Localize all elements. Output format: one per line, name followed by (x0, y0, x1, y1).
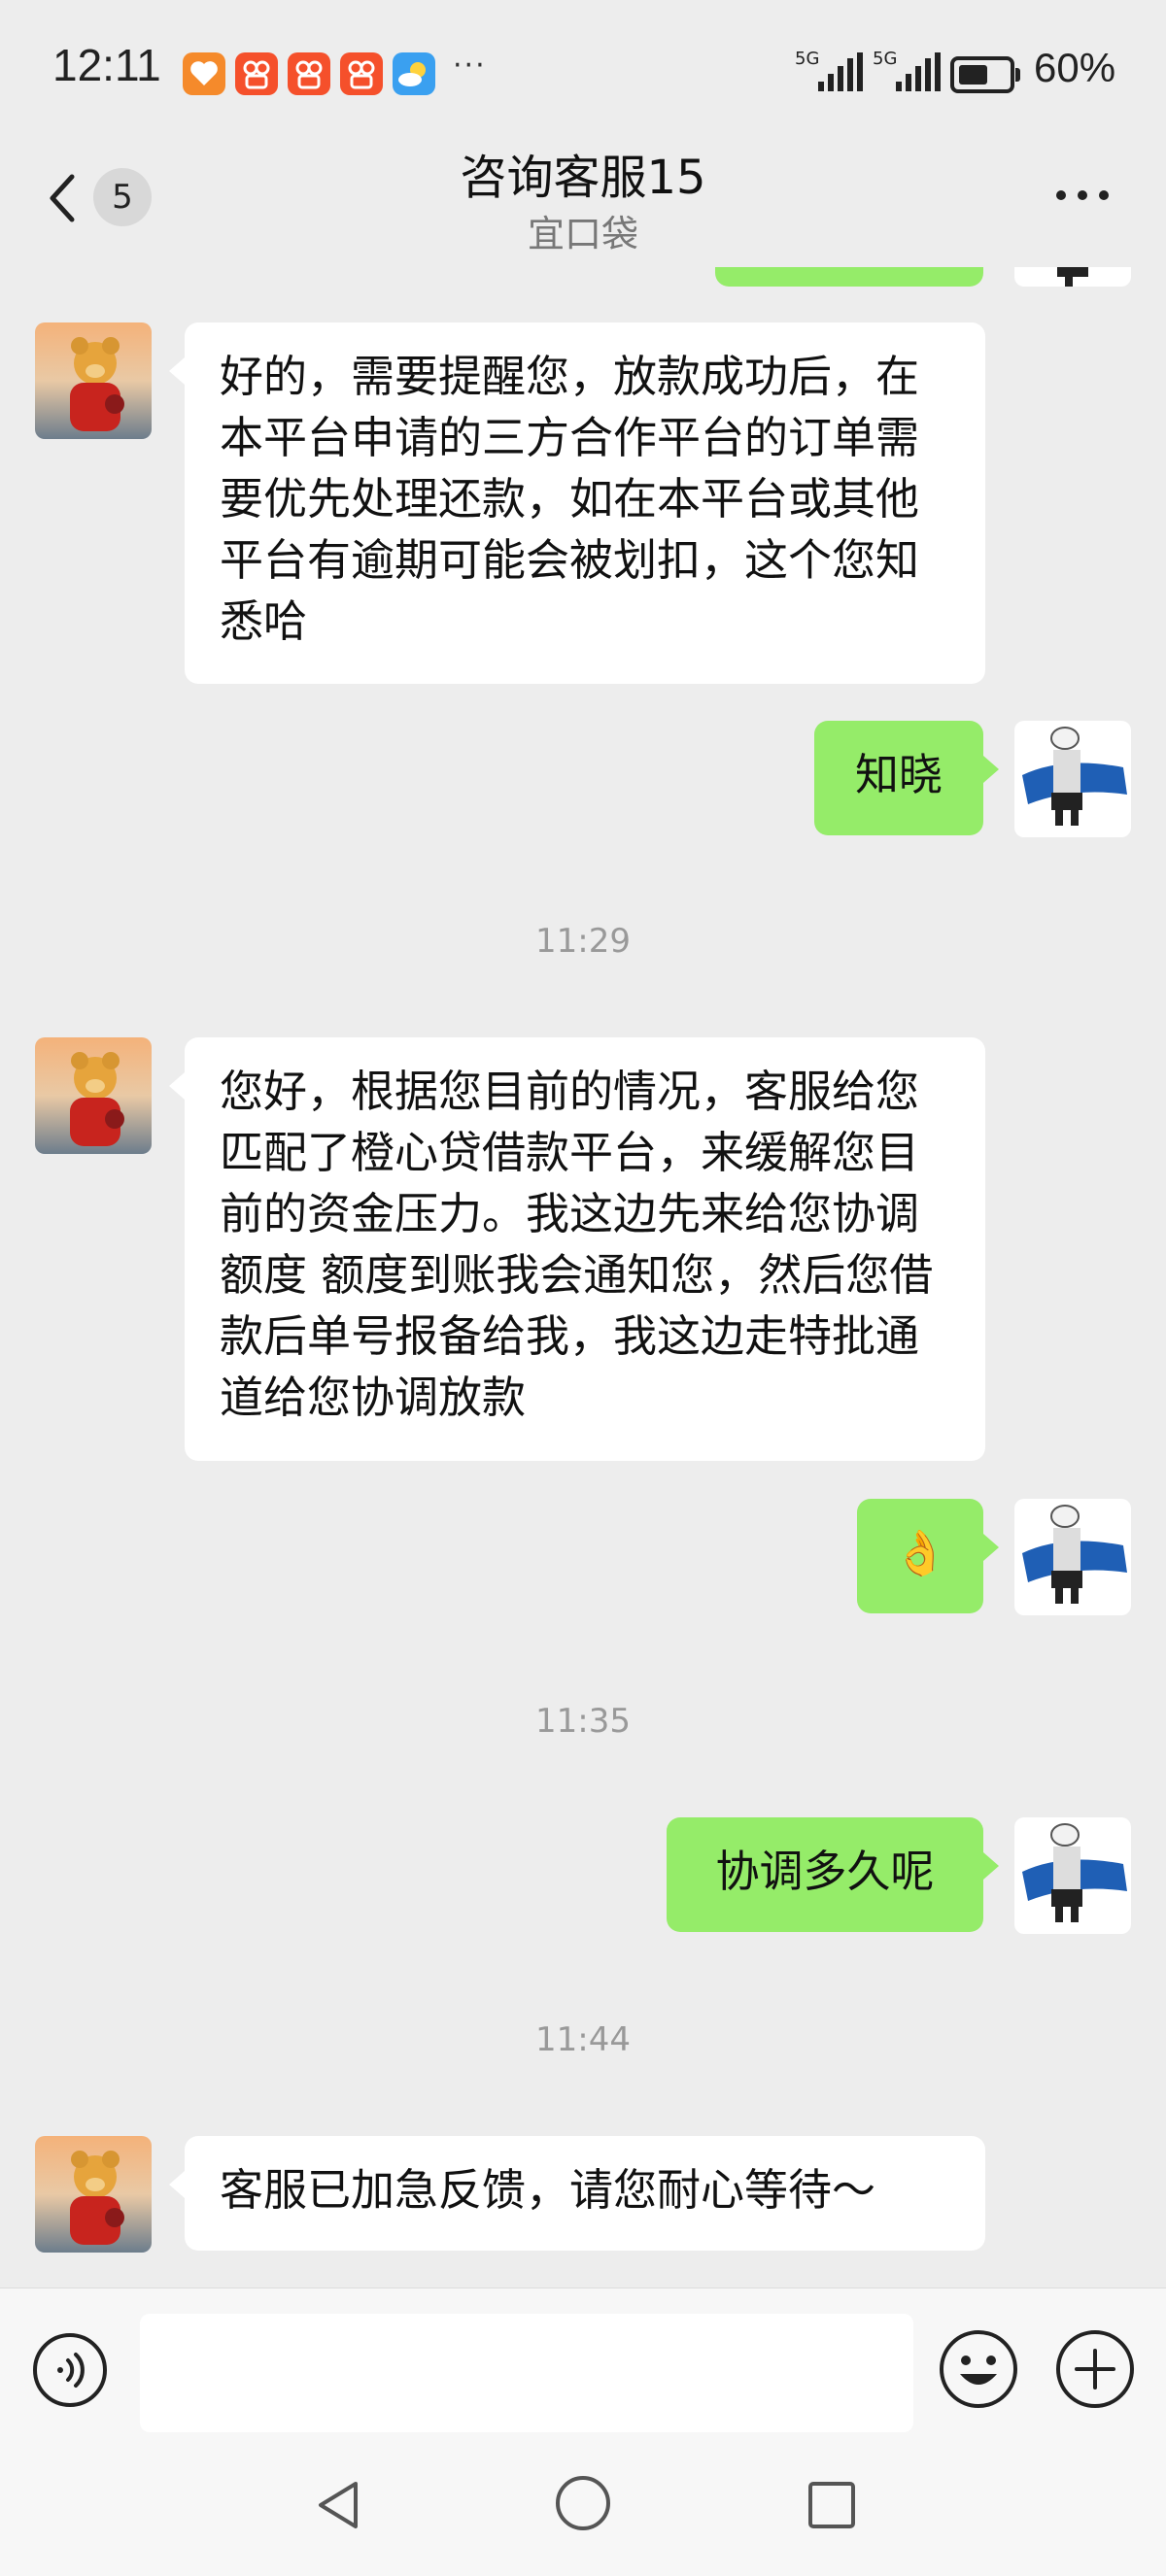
self-avatar-partial (1014, 267, 1131, 287)
input-bar (0, 2288, 1166, 2434)
timestamp: 11:44 (535, 2020, 631, 2059)
timestamp: 11:29 (535, 922, 631, 961)
message-bubble-agent[interactable]: 您好，根据您目前的情况，客服给您匹配了橙心贷借款平台，来缓解您目前的资金压力。我… (169, 1037, 985, 1461)
system-home-button[interactable] (552, 2472, 614, 2534)
signal-bars-icon-2 (894, 52, 943, 97)
emoji-button[interactable] (937, 2327, 1020, 2411)
agent-avatar[interactable] (35, 322, 152, 439)
heart-app-icon (183, 52, 225, 95)
message-list[interactable]: 好的，需要提醒您，放款成功后，在本平台申请的三方合作平台的订单需要优先处理还款，… (0, 267, 1166, 2288)
message-bubble-agent[interactable]: 客服已加急反馈，请您耐心等待～ (169, 2136, 985, 2251)
system-navigation-bar (0, 2433, 1166, 2576)
message-input[interactable] (140, 2314, 913, 2432)
system-back-button[interactable] (309, 2476, 367, 2534)
battery-percentage: 60% (1034, 45, 1116, 90)
self-avatar[interactable] (1014, 1499, 1131, 1615)
ok-hand-emoji: 👌 (892, 1527, 948, 1578)
chat-title: 咨询客服15 (460, 151, 706, 205)
voice-button[interactable] (31, 2331, 109, 2409)
self-avatar[interactable] (1014, 1817, 1131, 1934)
message-text: 好的，需要提醒您，放款成功后，在本平台申请的三方合作平台的订单需要优先处理还款，… (220, 351, 920, 647)
more-notifications-icon: ··· (453, 49, 487, 83)
system-recents-button[interactable] (803, 2476, 861, 2534)
chat-subtitle: 宜口袋 (527, 213, 638, 255)
triangle-back-icon (319, 2482, 358, 2528)
square-recents-icon (808, 2482, 855, 2528)
message-text: 协调多久呢 (715, 1846, 935, 1897)
kuaishou-app-icon-2 (288, 52, 330, 95)
status-time: 12:11 (52, 40, 161, 90)
message-bubble-agent[interactable]: 好的，需要提醒您，放款成功后，在本平台申请的三方合作平台的订单需要优先处理还款，… (169, 322, 985, 684)
message-text: 知晓 (854, 749, 943, 800)
message-text: 您好，根据您目前的情况，客服给您匹配了橙心贷借款平台，来缓解您目前的资金压力。我… (220, 1066, 934, 1423)
plus-icon (1056, 2330, 1134, 2408)
weather-app-icon (393, 52, 435, 95)
signal-bars-icon-1 (816, 52, 865, 97)
more-horizontal-icon (1056, 190, 1109, 200)
self-avatar[interactable] (1014, 721, 1131, 837)
kuaishou-app-icon-3 (340, 52, 383, 95)
plus-button[interactable] (1053, 2327, 1137, 2411)
emoji-icon (940, 2330, 1017, 2408)
timestamp: 11:35 (535, 1702, 631, 1741)
agent-avatar[interactable] (35, 2136, 152, 2253)
status-bar: 12:11 ··· 5G 5G 60% (0, 0, 1166, 146)
kuaishou-app-icon-1 (235, 52, 278, 95)
message-bubble-self[interactable]: 👌 (857, 1499, 999, 1613)
voice-icon (33, 2333, 107, 2407)
agent-avatar[interactable] (35, 1037, 152, 1154)
message-bubble-self[interactable]: 知晓 (814, 721, 999, 835)
more-button[interactable] (1053, 181, 1112, 210)
previous-self-bubble-partial (715, 267, 983, 287)
message-text: 客服已加急反馈，请您耐心等待～ (220, 2164, 876, 2216)
battery-icon (950, 56, 1020, 93)
message-bubble-self[interactable]: 协调多久呢 (667, 1817, 999, 1932)
circle-home-icon (556, 2476, 610, 2530)
